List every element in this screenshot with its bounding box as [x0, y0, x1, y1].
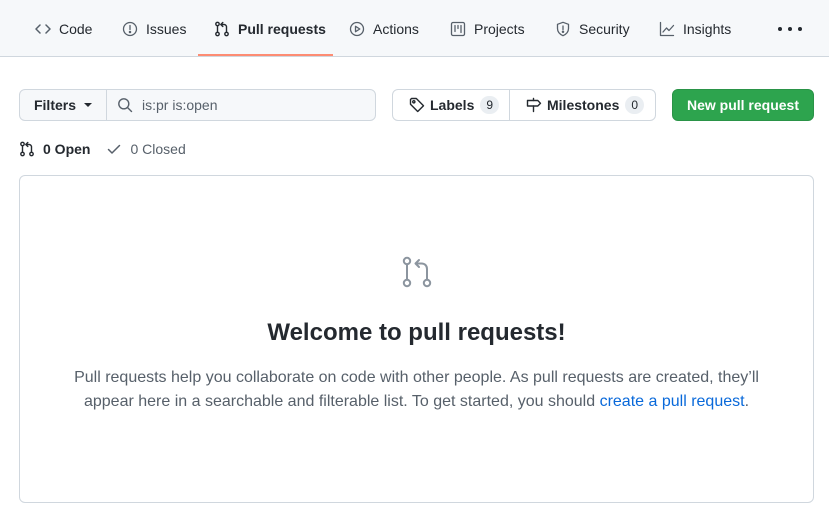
git-pull-request-icon [402, 256, 432, 288]
sentence-period: . [744, 393, 750, 410]
search-input[interactable] [140, 96, 364, 114]
active-tab-underline [198, 54, 333, 56]
project-icon [450, 21, 466, 36]
milestones-label: Milestones [547, 97, 620, 113]
create-pull-request-link[interactable]: create a pull request [600, 393, 745, 410]
labels-button[interactable]: Labels 9 [393, 90, 510, 120]
tab-insights[interactable]: Insights [659, 0, 731, 57]
labels-count: 9 [480, 96, 500, 114]
open-count-label: 0 Open [43, 141, 91, 157]
git-pull-request-icon [20, 141, 34, 157]
state-filters: 0 Open 0 Closed [19, 139, 186, 159]
tab-code[interactable]: Code [35, 0, 92, 57]
tab-pull-requests[interactable]: Pull requests [214, 0, 326, 57]
check-icon [108, 144, 121, 154]
shield-icon [556, 21, 570, 36]
git-pull-request-icon [215, 21, 229, 36]
labels-label: Labels [430, 97, 475, 113]
tab-label: Actions [373, 20, 419, 37]
search-box [106, 89, 376, 121]
more-menu-button[interactable] [778, 22, 802, 36]
tab-label: Pull requests [238, 20, 326, 37]
tab-label: Insights [683, 20, 732, 37]
tab-issues[interactable]: Issues [122, 0, 186, 57]
filters-button[interactable]: Filters [19, 89, 107, 121]
code-icon [35, 23, 51, 34]
blankslate: Welcome to pull requests! Pull requests … [19, 175, 814, 503]
filters-label: Filters [33, 97, 76, 113]
kebab-horizontal-icon [788, 27, 792, 31]
tab-label: Security [579, 20, 630, 37]
search-icon [118, 98, 133, 113]
tab-label: Issues [146, 20, 187, 37]
tag-icon [409, 97, 425, 113]
kebab-horizontal-icon [798, 27, 802, 31]
milestones-button[interactable]: Milestones 0 [510, 90, 645, 120]
caret-down-icon [84, 103, 92, 107]
kebab-horizontal-icon [778, 27, 782, 31]
graph-icon [659, 21, 675, 36]
milestone-icon [526, 97, 542, 113]
labels-milestones-group: Labels 9 Milestones 0 [392, 89, 656, 121]
tab-label: Code [59, 20, 93, 37]
tab-actions[interactable]: Actions [349, 0, 419, 57]
tab-projects[interactable]: Projects [450, 0, 525, 57]
repo-nav: Code Issues Pull requests Actions Projec… [0, 0, 829, 57]
tab-security[interactable]: Security [555, 0, 630, 57]
tab-label: Projects [474, 20, 525, 37]
blankslate-title: Welcome to pull requests! [267, 319, 566, 346]
milestones-count: 0 [625, 96, 645, 114]
closed-count-label: 0 Closed [130, 141, 186, 157]
new-pull-request-button[interactable]: New pull request [672, 89, 814, 121]
closed-state-link[interactable]: 0 Closed [106, 141, 186, 157]
blankslate-description: Pull requests help you collaborate on co… [60, 366, 773, 414]
issue-opened-icon [122, 21, 138, 36]
open-state-link[interactable]: 0 Open [19, 141, 90, 157]
play-icon [349, 21, 365, 36]
